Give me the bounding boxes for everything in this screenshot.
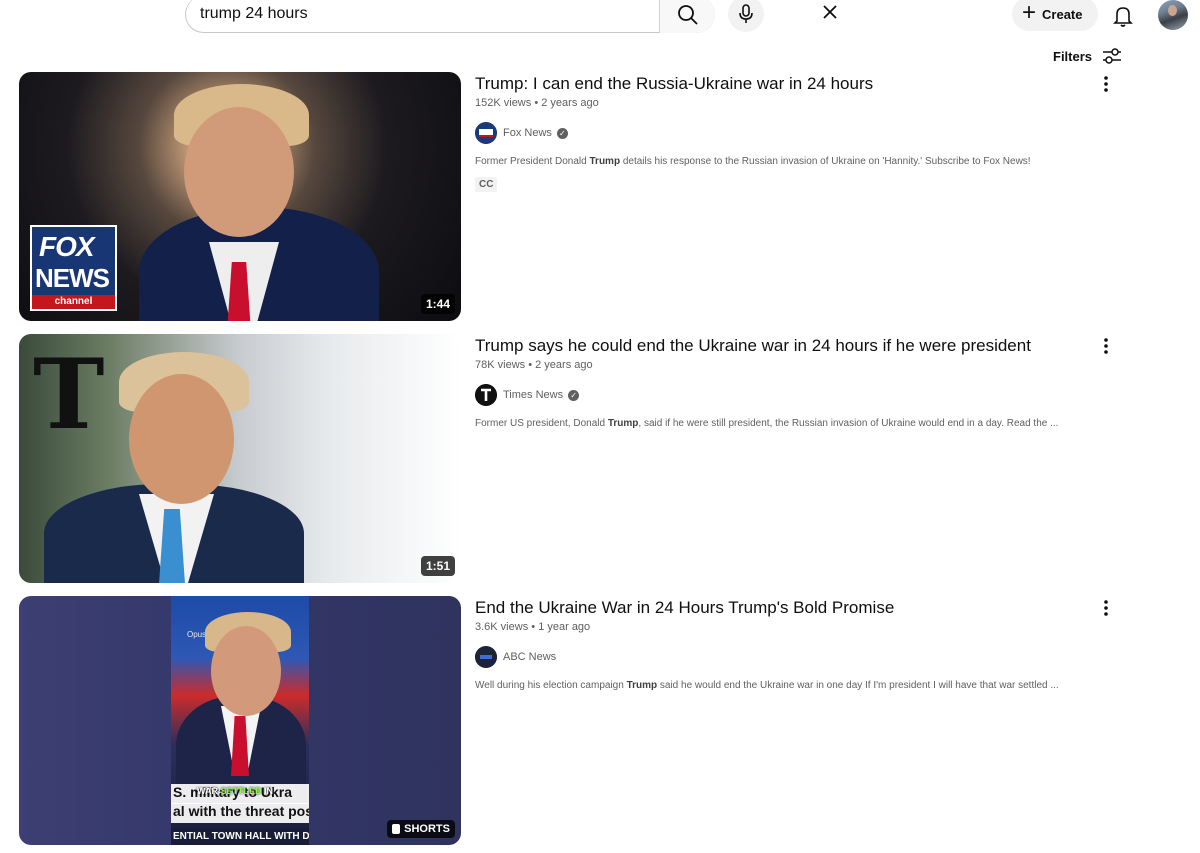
channel-name: Times News bbox=[503, 389, 564, 401]
video-meta: 3.6K views • 1 year ago bbox=[475, 621, 1095, 633]
verified-badge-icon: ✓ bbox=[568, 389, 580, 401]
video-info: Trump says he could end the Ukraine war … bbox=[475, 334, 1095, 429]
upload-age: 2 years ago bbox=[541, 97, 599, 109]
desc-text: Former President Donald bbox=[475, 156, 590, 167]
notifications-button[interactable] bbox=[1108, 1, 1138, 31]
duration-badge: 1:44 bbox=[420, 294, 455, 314]
abc-news-icon bbox=[475, 646, 497, 668]
video-description: Well during his election campaign Trump … bbox=[475, 680, 1095, 691]
thumbnail-figure bbox=[211, 626, 281, 716]
video-info: End the Ukraine War in 24 Hours Trump's … bbox=[475, 596, 1095, 691]
more-actions-button[interactable] bbox=[1094, 334, 1118, 358]
channel-avatar bbox=[475, 646, 497, 668]
times-logo: T bbox=[33, 338, 105, 451]
video-title[interactable]: End the Ukraine War in 24 Hours Trump's … bbox=[475, 597, 1095, 619]
channel-name: Fox News bbox=[503, 127, 552, 139]
more-actions-button[interactable] bbox=[1094, 596, 1118, 620]
fox-news-icon bbox=[475, 122, 497, 144]
video-result[interactable]: FOX NEWS channel 1:44 Trump: I can end t… bbox=[19, 72, 1119, 322]
video-thumbnail[interactable]: FOX NEWS channel 1:44 bbox=[19, 72, 461, 321]
filters-label: Filters bbox=[1053, 48, 1093, 64]
verified-badge-icon: ✓ bbox=[556, 127, 568, 139]
video-meta: 78K views • 2 years ago bbox=[475, 359, 1095, 371]
video-result[interactable]: T 1:51 Trump says he could end the Ukrai… bbox=[19, 334, 1119, 584]
more-vert-icon bbox=[1104, 338, 1108, 354]
search-button[interactable] bbox=[659, 0, 715, 33]
filters-button[interactable]: Filters bbox=[1053, 44, 1122, 68]
search-box bbox=[185, 0, 837, 33]
video-title[interactable]: Trump says he could end the Ukraine war … bbox=[475, 335, 1095, 357]
channel-avatar bbox=[475, 384, 497, 406]
desc-text: , said if he were still president, the R… bbox=[638, 418, 1059, 429]
desc-text: said he would end the Ukraine war in one… bbox=[657, 680, 1059, 691]
video-description: Former US president, Donald Trump, said … bbox=[475, 418, 1095, 429]
view-count: 152K views bbox=[475, 97, 532, 109]
desc-text: Former US president, Donald bbox=[475, 418, 608, 429]
shorts-icon bbox=[392, 824, 401, 834]
logo-text: NEWS bbox=[35, 263, 110, 293]
create-button[interactable]: + Create bbox=[1012, 0, 1098, 31]
desc-text: details his response to the Russian inva… bbox=[620, 156, 1031, 167]
clear-search-button[interactable] bbox=[814, 0, 846, 27]
fox-news-logo: FOX NEWS channel bbox=[30, 225, 117, 311]
filter-sliders-icon bbox=[1103, 48, 1122, 64]
logo-text: FOX bbox=[39, 231, 95, 262]
shorts-label: SHORTS bbox=[404, 823, 450, 835]
upload-age: 2 years ago bbox=[535, 359, 593, 371]
channel-link[interactable]: ABC News bbox=[475, 646, 1095, 668]
upload-age: 1 year ago bbox=[538, 621, 591, 633]
thumbnail-figure bbox=[129, 374, 234, 504]
channel-link[interactable]: Fox News ✓ bbox=[475, 122, 1095, 144]
plus-icon: + bbox=[1022, 0, 1037, 26]
desc-text: Well during his election campaign bbox=[475, 680, 627, 691]
cc-badge: CC bbox=[475, 177, 498, 192]
masthead: + Create bbox=[0, 0, 1200, 36]
caption-line: al with the threat pos bbox=[171, 803, 309, 823]
bell-icon bbox=[1113, 7, 1133, 27]
caption-line: ENTIAL TOWN HALL WITH DO bbox=[171, 828, 309, 845]
caption-highlight: WAR SETTLED IN bbox=[197, 786, 273, 796]
channel-link[interactable]: Times News ✓ bbox=[475, 384, 1095, 406]
video-thumbnail[interactable]: OpusClip S. military to Ukra al with the… bbox=[19, 596, 461, 845]
channel-avatar bbox=[475, 122, 497, 144]
desc-highlight: Trump bbox=[607, 418, 639, 429]
video-meta: 152K views • 2 years ago bbox=[475, 97, 1095, 109]
shorts-badge: SHORTS bbox=[387, 820, 455, 838]
view-count: 3.6K views bbox=[475, 621, 529, 633]
video-description: Former President Donald Trump details hi… bbox=[475, 156, 1095, 167]
video-result[interactable]: OpusClip S. military to Ukra al with the… bbox=[19, 596, 1119, 846]
caption-text: IN bbox=[261, 786, 274, 796]
search-input[interactable] bbox=[186, 0, 656, 31]
desc-highlight: Trump bbox=[626, 680, 658, 691]
channel-name: ABC News bbox=[503, 651, 557, 663]
close-icon bbox=[823, 5, 837, 19]
thumbnail-figure bbox=[184, 107, 294, 237]
times-t-icon bbox=[475, 384, 497, 406]
more-actions-button[interactable] bbox=[1094, 72, 1118, 96]
search-icon bbox=[677, 4, 698, 25]
shorts-frame: OpusClip S. military to Ukra al with the… bbox=[171, 596, 309, 845]
create-label: Create bbox=[1042, 6, 1083, 22]
account-avatar[interactable] bbox=[1158, 0, 1188, 30]
video-info: Trump: I can end the Russia-Ukraine war … bbox=[475, 72, 1095, 192]
caption-text: SETTLED bbox=[220, 786, 262, 796]
desc-highlight: Trump bbox=[589, 156, 621, 167]
caption-text: WAR bbox=[197, 786, 221, 796]
view-count: 78K views bbox=[475, 359, 526, 371]
more-vert-icon bbox=[1104, 76, 1108, 92]
voice-search-button[interactable] bbox=[728, 0, 764, 32]
duration-badge: 1:51 bbox=[420, 556, 455, 576]
logo-text: channel bbox=[32, 295, 115, 309]
video-thumbnail[interactable]: T 1:51 bbox=[19, 334, 461, 583]
more-vert-icon bbox=[1104, 600, 1108, 616]
video-title[interactable]: Trump: I can end the Russia-Ukraine war … bbox=[475, 73, 1095, 95]
microphone-icon bbox=[739, 4, 753, 23]
